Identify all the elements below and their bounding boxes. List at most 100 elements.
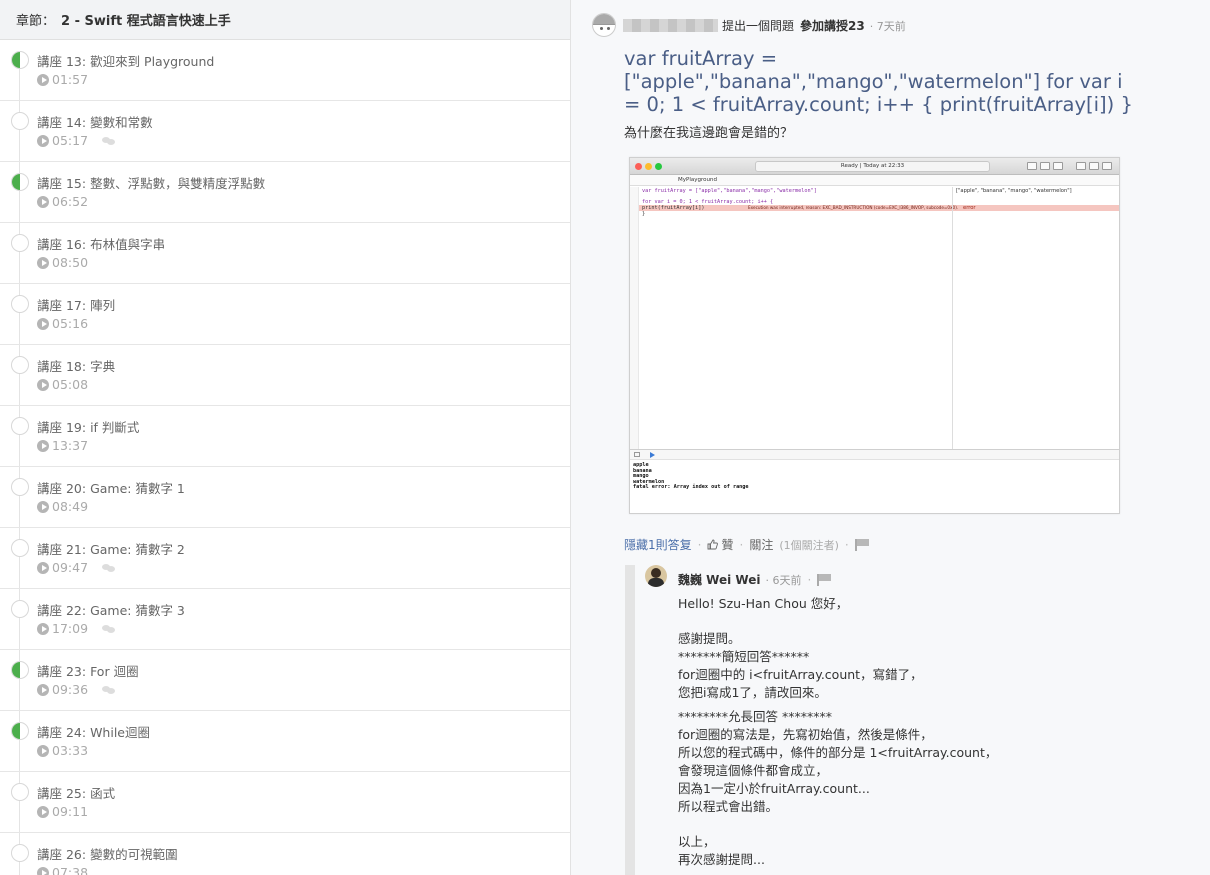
progress-circle-icon <box>11 600 29 618</box>
lecture-meta: 05:16 <box>37 316 88 331</box>
reply-text: 以上， <box>678 834 716 849</box>
lecture-title: 講座 26: 變數的可視範圍 <box>37 847 178 862</box>
lecture-item[interactable]: 講座 17: 陣列 05:16 <box>0 284 570 345</box>
code-line: var fruitArray = ["apple","banana","mang… <box>642 188 817 194</box>
lecture-duration: 09:11 <box>52 804 89 819</box>
reply-text: 所以您的程式碼中，條件的部分是 1<fruitArray.count， <box>678 745 998 760</box>
lecture-duration: 13:37 <box>52 438 89 453</box>
navigator-toggle-icon <box>1076 162 1086 170</box>
play-icon <box>37 256 49 269</box>
editor-toggle-icon <box>1027 162 1037 170</box>
progress-circle-icon <box>11 783 29 801</box>
comments-icon <box>102 624 116 634</box>
lecture-item[interactable]: 講座 22: Game: 猜數字 3 17:09 <box>0 589 570 650</box>
lecture-item[interactable]: 講座 25: 函式 09:11 <box>0 772 570 833</box>
play-icon <box>37 134 49 147</box>
xcode-toolbar: Ready | Today at 22:33 <box>630 158 1119 175</box>
question-course-link[interactable]: 參加講授23 <box>800 17 865 34</box>
reply-body: Hello! Szu-Han Chou 您好， 感謝提問。 *******簡短回… <box>678 595 1198 869</box>
play-icon <box>37 73 49 86</box>
lecture-meta: 09:36 <box>37 682 116 697</box>
hide-replies-link[interactable]: 隱藏1則答复 <box>624 536 692 553</box>
comments-icon <box>102 563 116 573</box>
question-actions: 隱藏1則答复 · 贊 · 關注 (1個關注者) · <box>624 536 869 553</box>
lecture-title: 講座 17: 陣列 <box>37 298 116 313</box>
lecture-meta: 03:33 <box>37 743 88 758</box>
reply-header: 魏巍 Wei Wei · 6天前 · <box>678 571 832 588</box>
play-icon <box>37 683 49 696</box>
lecture-title: 講座 14: 變數和常數 <box>37 115 153 130</box>
lecture-meta: 05:17 <box>37 133 116 148</box>
close-dot-icon <box>635 163 642 170</box>
lecture-meta: 08:50 <box>37 255 88 270</box>
asker-name-redacted[interactable] <box>623 19 718 32</box>
code-line: } <box>642 211 646 217</box>
lecture-meta: 05:08 <box>37 377 88 392</box>
lecture-item[interactable]: 講座 18: 字典 05:08 <box>0 345 570 406</box>
progress-circle-icon <box>11 51 29 69</box>
lecture-item[interactable]: 講座 14: 變數和常數 05:17 <box>0 101 570 162</box>
play-icon <box>37 500 49 513</box>
lecture-item[interactable]: 講座 15: 整數、浮點數，與雙精度浮點數 06:52 <box>0 162 570 223</box>
run-icon <box>650 452 655 458</box>
lecture-duration: 09:47 <box>52 560 89 575</box>
lecture-meta: 13:37 <box>37 438 88 453</box>
reply-author[interactable]: 魏巍 Wei Wei <box>678 571 760 588</box>
progress-circle-icon <box>11 722 29 740</box>
lecture-item[interactable]: 講座 21: Game: 猜數字 2 09:47 <box>0 528 570 589</box>
lecture-item[interactable]: 講座 16: 布林值與字串 08:50 <box>0 223 570 284</box>
section-header: 章節： 2 - Swift 程式語言快速上手 <box>0 0 570 40</box>
lecture-item[interactable]: 講座 26: 變數的可視範圍 07:38 <box>0 833 570 875</box>
section-title: 2 - Swift 程式語言快速上手 <box>61 14 231 29</box>
report-flag-icon[interactable] <box>854 538 869 551</box>
lecture-title: 講座 18: 字典 <box>37 359 116 374</box>
result-error: error <box>963 205 976 211</box>
play-icon <box>37 195 49 208</box>
utilities-toggle-icon <box>1102 162 1112 170</box>
progress-circle-icon <box>11 539 29 557</box>
result-value: ["apple", "banana", "mango", "watermelon… <box>956 188 1072 194</box>
console-toggle-icon <box>634 452 640 457</box>
progress-circle-icon <box>11 173 29 191</box>
like-button[interactable]: 贊 <box>707 536 733 553</box>
asker-avatar[interactable] <box>592 13 616 37</box>
lecture-meta: 06:52 <box>37 194 88 209</box>
progress-circle-icon <box>11 417 29 435</box>
lecture-item[interactable]: 講座 23: For 迴圈 09:36 <box>0 650 570 711</box>
code-line: print(fruitArray[i]) <box>642 205 705 211</box>
zoom-dot-icon <box>655 163 662 170</box>
instructor-avatar[interactable] <box>645 565 667 587</box>
lecture-title: 講座 13: 歡迎來到 Playground <box>37 54 215 69</box>
xcode-jump-bar: MyPlayground <box>630 175 1119 186</box>
lecture-meta: 09:11 <box>37 804 88 819</box>
progress-circle-icon <box>11 478 29 496</box>
section-label: 章節： <box>16 14 56 29</box>
lecture-duration: 05:17 <box>52 133 89 148</box>
question-header: 提出一個問題 參加講授23 · 7天前 <box>623 17 906 34</box>
instructor-reply: 魏巍 Wei Wei · 6天前 · Hello! Szu-Han Chou 您… <box>625 565 1210 875</box>
play-icon <box>37 561 49 574</box>
lecture-item[interactable]: 講座 19: if 判斷式 13:37 <box>0 406 570 467</box>
lecture-item[interactable]: 講座 13: 歡迎來到 Playground 01:57 <box>0 40 570 101</box>
lecture-title: 講座 15: 整數、浮點數，與雙精度浮點數 <box>37 176 266 191</box>
lecture-title: 講座 21: Game: 猜數字 2 <box>37 542 185 557</box>
progress-circle-icon <box>11 661 29 679</box>
xcode-status: Ready | Today at 22:33 <box>755 161 990 172</box>
lecture-duration: 05:08 <box>52 377 89 392</box>
reply-flag-icon[interactable] <box>817 573 832 586</box>
lecture-duration: 09:36 <box>52 682 89 697</box>
attached-screenshot[interactable]: Ready | Today at 22:33 MyPlayground var … <box>629 157 1120 514</box>
question-body: 為什麼在我這邊跑會是錯的？ <box>624 126 794 141</box>
lecture-title: 講座 23: For 迴圈 <box>37 664 139 679</box>
lecture-title: 講座 22: Game: 猜數字 3 <box>37 603 185 618</box>
version-toggle-icon <box>1053 162 1063 170</box>
play-icon <box>37 622 49 635</box>
follow-button[interactable]: 關注 <box>749 536 773 553</box>
lecture-meta: 01:57 <box>37 72 88 87</box>
play-icon <box>37 439 49 452</box>
lecture-item[interactable]: 講座 20: Game: 猜數字 1 08:49 <box>0 467 570 528</box>
reply-text: 您把i寫成1了，請改回來。 <box>678 685 827 700</box>
lecture-item[interactable]: 講座 24: While迴圈 03:33 <box>0 711 570 772</box>
debug-toggle-icon <box>1089 162 1099 170</box>
lecture-meta: 17:09 <box>37 621 116 636</box>
